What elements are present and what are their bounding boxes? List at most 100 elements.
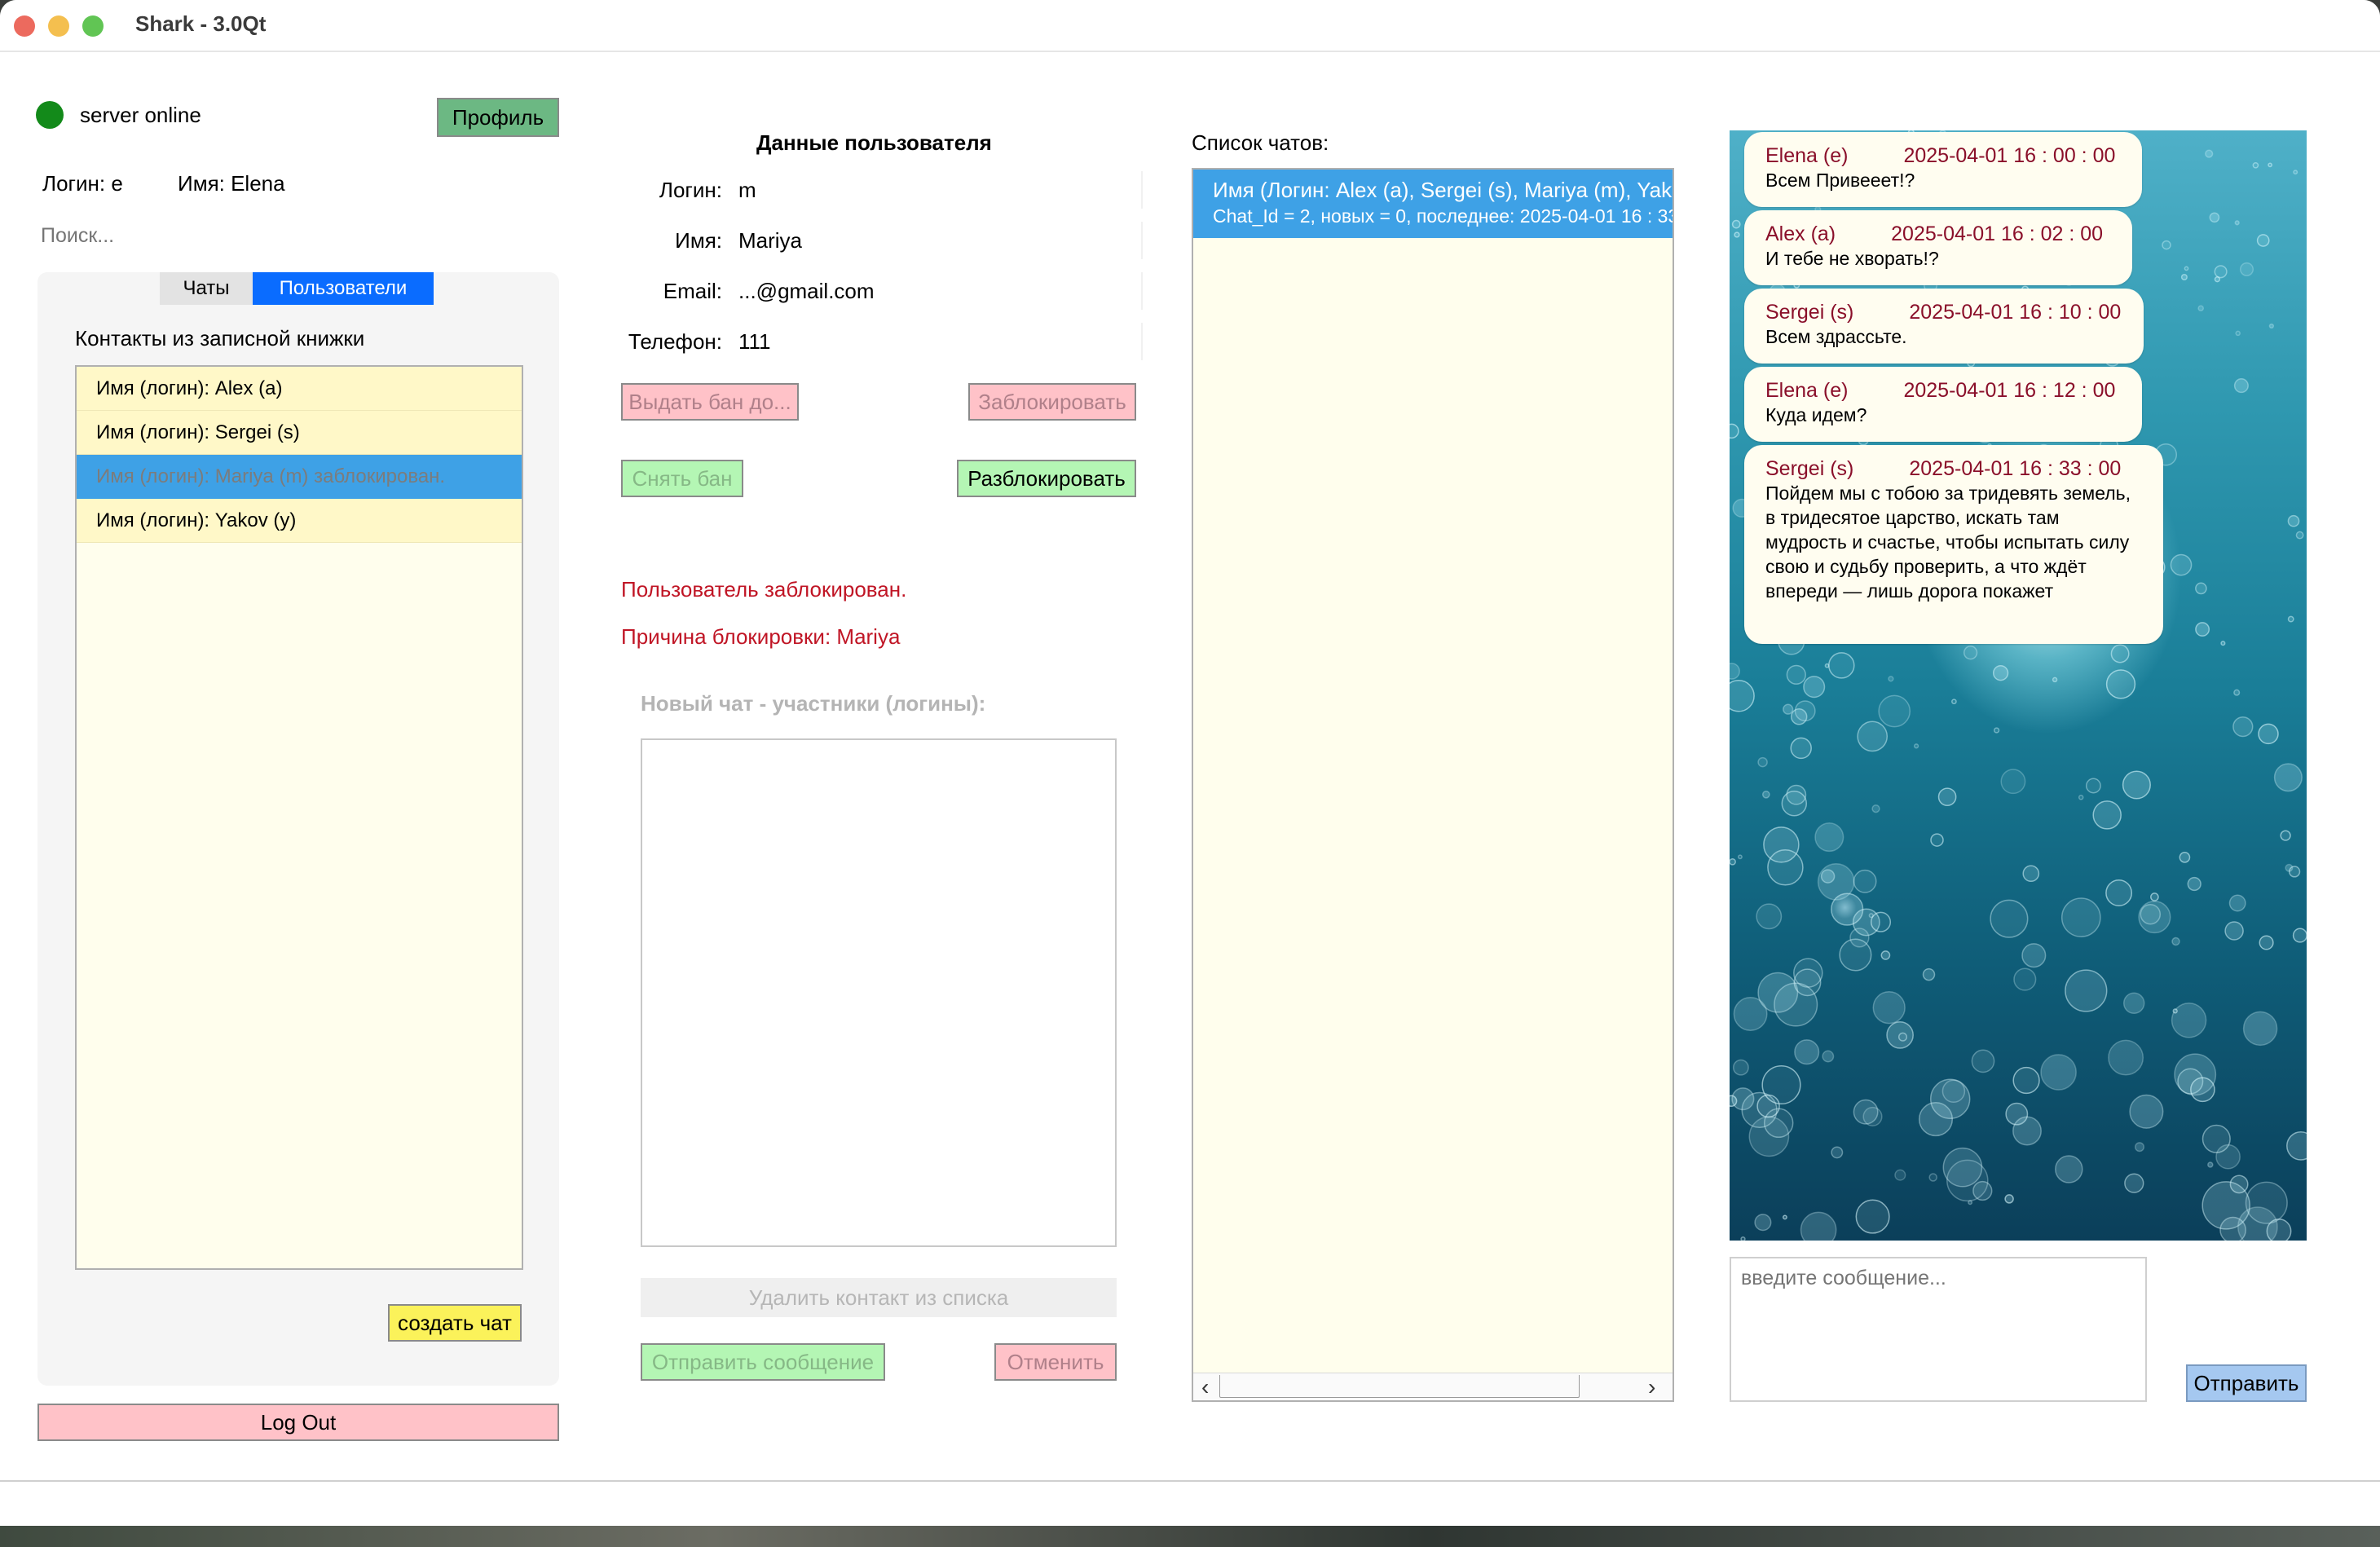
- bubble-dot: [1790, 737, 1812, 760]
- tab-users[interactable]: Пользователи: [253, 272, 434, 305]
- phone-label: Телефон:: [628, 329, 722, 354]
- name-field[interactable]: Mariya: [738, 222, 1143, 259]
- bubble-dot: [2220, 641, 2226, 646]
- blocked-status-text: Пользователь заблокирован.: [621, 577, 907, 602]
- login-field[interactable]: m: [738, 171, 1143, 209]
- remove-contact-button[interactable]: Удалить контакт из списка: [641, 1278, 1117, 1317]
- bubble-dot: [2224, 921, 2244, 941]
- bubble-dot: [1730, 680, 1755, 712]
- bubble-dot: [2179, 852, 2191, 863]
- profile-button[interactable]: Профиль: [437, 98, 559, 137]
- new-chat-participants-input[interactable]: [641, 738, 1117, 1247]
- bubble-dot: [1992, 665, 2009, 681]
- message-text: Пойдем мы с тобою за тридевять земель, в…: [1765, 483, 2131, 602]
- bubble-dot: [1761, 790, 1770, 799]
- bubble-dot: [1828, 652, 1855, 679]
- bubble-dot: [1968, 1200, 1973, 1205]
- bubble-dot: [1793, 968, 1822, 997]
- message-input[interactable]: [1730, 1257, 2147, 1402]
- bubble-dot: [2134, 1142, 2145, 1153]
- contact-item-alex[interactable]: Имя (логин): Alex (a): [77, 367, 522, 411]
- email-field[interactable]: ...@gmail.com: [738, 272, 1143, 310]
- ban-until-button[interactable]: Выдать бан до...: [621, 383, 799, 421]
- message-author: Sergei (s): [1765, 301, 1854, 324]
- chat-list-item[interactable]: Имя (Логин: Alex (a), Sergei (s), Mariya…: [1193, 170, 1673, 238]
- bubble-dot: [2197, 305, 2205, 312]
- bubble-dot: [2172, 1008, 2178, 1014]
- bubble-dot: [2256, 234, 2270, 247]
- bubble-dot: [2012, 1066, 2040, 1095]
- bubble-dot: [2184, 266, 2189, 271]
- bubble-dot: [1800, 1211, 1837, 1241]
- bubble-dot: [2233, 689, 2241, 696]
- bubble-dot: [2171, 1003, 2207, 1038]
- cancel-button[interactable]: Отменить: [994, 1343, 1117, 1381]
- bubble-dot: [2287, 514, 2300, 527]
- send-button[interactable]: Отправить: [2186, 1364, 2307, 1402]
- create-chat-button[interactable]: создать чат: [388, 1304, 522, 1342]
- bubble-dot: [2233, 378, 2249, 394]
- unban-button[interactable]: Снять бан: [621, 460, 743, 497]
- title-bar: Shark - 3.0Qt: [0, 0, 2380, 52]
- login-label: Логин:: [659, 178, 722, 202]
- message-text: Всем Привееет!?: [1765, 170, 1915, 191]
- bubble-dot: [2004, 1194, 2014, 1204]
- bubble-dot: [2052, 677, 2058, 683]
- scrollbar-thumb[interactable]: [1219, 1375, 1580, 1398]
- send-message-button[interactable]: Отправить сообщение: [641, 1343, 885, 1381]
- bubble-dot: [1786, 784, 1807, 805]
- bubble-dot: [1740, 1236, 1746, 1241]
- bubble-dot: [2259, 935, 2274, 950]
- chat-item-title: Имя (Логин: Alex (a), Sergei (s), Mariya…: [1213, 178, 1673, 202]
- block-button[interactable]: Заблокировать: [968, 383, 1136, 421]
- bubble-dot: [1730, 663, 1740, 680]
- scroll-left-icon[interactable]: ‹: [1201, 1375, 1209, 1399]
- search-input[interactable]: [37, 218, 559, 253]
- bubble-dot: [1870, 911, 1892, 932]
- contact-item-sergei[interactable]: Имя (логин): Sergei (s): [77, 411, 522, 455]
- bubble-dot: [2122, 992, 2145, 1015]
- chat-list-heading: Список чатов:: [1192, 130, 1329, 155]
- bubble-dot: [1990, 899, 2029, 938]
- bubble-dot: [1937, 787, 1957, 807]
- contacts-list: Имя (логин): Alex (a) Имя (логин): Serge…: [75, 365, 523, 1270]
- bubble-dot: [1878, 694, 1911, 728]
- bubble-dot: [2273, 763, 2303, 792]
- bubble-dot: [2232, 716, 2254, 738]
- bubble-dot: [2285, 863, 2294, 872]
- bubble-dot: [1803, 676, 1826, 699]
- new-chat-label: Новый чат - участники (логины):: [641, 691, 986, 716]
- unblock-button[interactable]: Разблокировать: [957, 460, 1136, 497]
- contact-item-mariya[interactable]: Имя (логин): Mariya (m) заблокирован.: [77, 455, 522, 499]
- bubble-dot: [2207, 1161, 2214, 1168]
- bubble-dot: [2292, 928, 2307, 943]
- scroll-right-icon[interactable]: ›: [1648, 1375, 1655, 1399]
- close-window-button[interactable]: [14, 15, 35, 37]
- email-label: Email:: [663, 279, 722, 303]
- chat-list-scrollbar[interactable]: ‹ ›: [1193, 1373, 1673, 1400]
- bubble-dot: [1942, 1147, 1983, 1188]
- bubble-dot: [2174, 1053, 2217, 1096]
- zoom-window-button[interactable]: [82, 15, 104, 37]
- message-bubble: Elena (e) 2025-04-01 16 : 00 : 00 Всем Пр…: [1744, 132, 2142, 207]
- message-bubble: Alex (a) 2025-04-01 16 : 02 : 00 И тебе н…: [1744, 210, 2132, 285]
- bubble-dot: [2205, 149, 2214, 158]
- bubble-dot: [2209, 212, 2220, 223]
- bubble-dot: [2124, 1173, 2144, 1193]
- bubble-dot: [1761, 1064, 1801, 1105]
- phone-field[interactable]: 111: [738, 323, 1143, 360]
- bubble-dot: [2078, 795, 2084, 800]
- bubble-dot: [1963, 646, 1978, 660]
- logout-button[interactable]: Log Out: [37, 1404, 559, 1441]
- bubble-dot: [1731, 1087, 1755, 1111]
- bubble-dot: [2195, 622, 2210, 637]
- bubble-dot: [1872, 991, 1906, 1025]
- bubble-dot: [2239, 262, 2254, 276]
- tab-chats[interactable]: Чаты: [160, 272, 253, 305]
- message-text: Куда идем?: [1765, 404, 1867, 425]
- bubble-dot: [2229, 1175, 2249, 1194]
- bubble-dot: [2187, 876, 2202, 892]
- contact-item-yakov[interactable]: Имя (логин): Yakov (y): [77, 499, 522, 543]
- minimize-window-button[interactable]: [48, 15, 69, 37]
- bubble-dot: [2237, 1206, 2278, 1241]
